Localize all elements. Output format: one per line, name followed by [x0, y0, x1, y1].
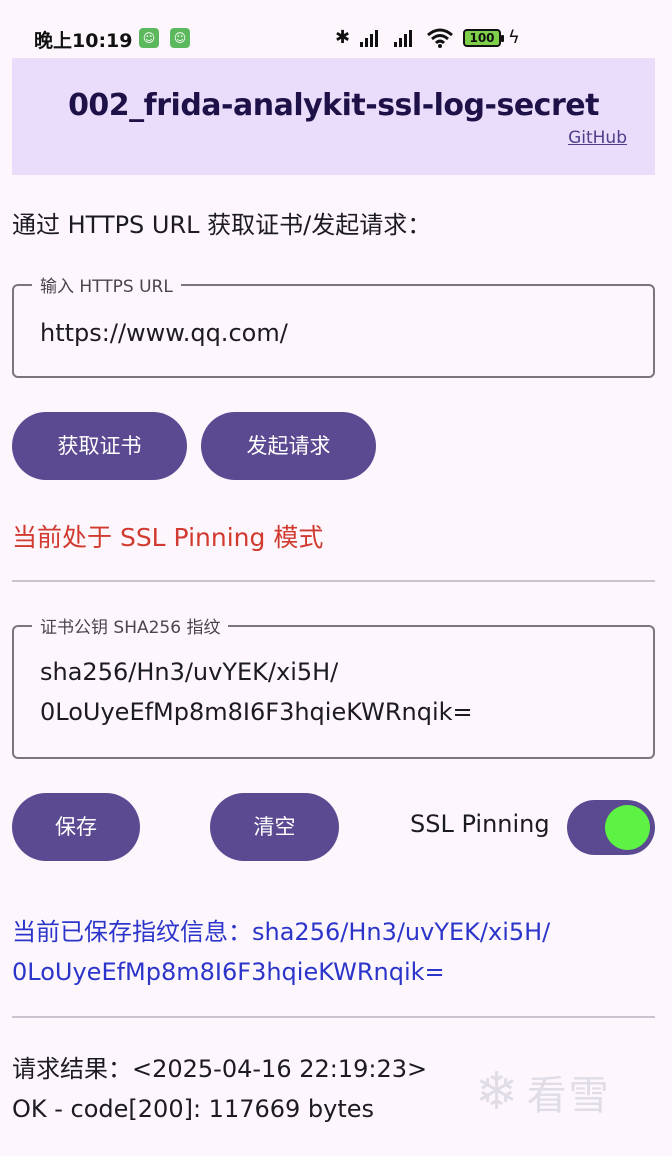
clear-button[interactable]: 清空 [210, 793, 339, 861]
watermark: ❄ 看雪 [475, 1062, 611, 1122]
bluetooth-icon: ✱ [335, 27, 351, 48]
status-bar: 晚上10:19 ☺ ☺ ✱ 100 ϟ [0, 0, 672, 58]
send-request-button[interactable]: 发起请求 [201, 412, 376, 480]
url-input-field[interactable]: 输入 HTTPS URL https://www.qq.com/ [12, 272, 655, 378]
fingerprint-value-line2[interactable]: 0LoUyeEfMp8m8I6F3hqieKWRnqik= [40, 693, 473, 731]
url-input-label: 输入 HTTPS URL [32, 272, 181, 297]
saved-info-line2: 0LoUyeEfMp8m8I6F3hqieKWRnqik= [12, 958, 445, 986]
ssl-pinning-label: SSL Pinning [410, 810, 550, 838]
watermark-text: 看雪 [526, 1073, 611, 1119]
pinning-mode-text: 当前处于 SSL Pinning 模式 [12, 523, 324, 552]
save-button[interactable]: 保存 [12, 793, 140, 861]
result-line1: 请求结果：<2025-04-16 22:19:23> [12, 1055, 428, 1083]
fingerprint-value-line1[interactable]: sha256/Hn3/uvYEK/xi5H/ [40, 653, 338, 691]
app-title: 002_frida-analykit-ssl-log-secret [68, 88, 599, 123]
signal-icon [394, 30, 412, 47]
app-header: 002_frida-analykit-ssl-log-secret GitHub [12, 58, 655, 175]
signal-hd-icon [360, 30, 378, 47]
charging-icon: ϟ [508, 27, 520, 48]
saved-fingerprint-info: 当前已保存指纹信息：sha256/Hn3/uvYEK/xi5H/ 0LoUyeE… [12, 912, 657, 992]
section-label: 通过 HTTPS URL 获取证书/发起请求： [12, 211, 432, 239]
ssl-pinning-switch[interactable] [567, 800, 655, 855]
battery-icon: 100 [463, 29, 504, 47]
github-link[interactable]: GitHub [568, 128, 627, 148]
url-input-value[interactable]: https://www.qq.com/ [40, 314, 288, 352]
snowflake-icon: ❄ [475, 1062, 519, 1122]
request-result: 请求结果：<2025-04-16 22:19:23> OK - code[200… [12, 1049, 427, 1129]
divider-2 [12, 1016, 655, 1018]
fingerprint-input-label: 证书公钥 SHA256 指纹 [32, 613, 229, 638]
wifi-icon [427, 28, 453, 48]
fingerprint-input-field[interactable]: 证书公钥 SHA256 指纹 sha256/Hn3/uvYEK/xi5H/ 0L… [12, 613, 655, 759]
android-app-icon: ☺ [139, 28, 159, 48]
saved-info-line1: 当前已保存指纹信息：sha256/Hn3/uvYEK/xi5H/ [12, 918, 551, 946]
result-line2: OK - code[200]: 117669 bytes [12, 1095, 375, 1123]
get-cert-button[interactable]: 获取证书 [12, 412, 187, 480]
android-app-icon-2: ☺ [170, 28, 190, 48]
divider [12, 580, 655, 582]
switch-thumb[interactable] [605, 805, 650, 850]
status-time: 晚上10:19 [34, 30, 133, 52]
